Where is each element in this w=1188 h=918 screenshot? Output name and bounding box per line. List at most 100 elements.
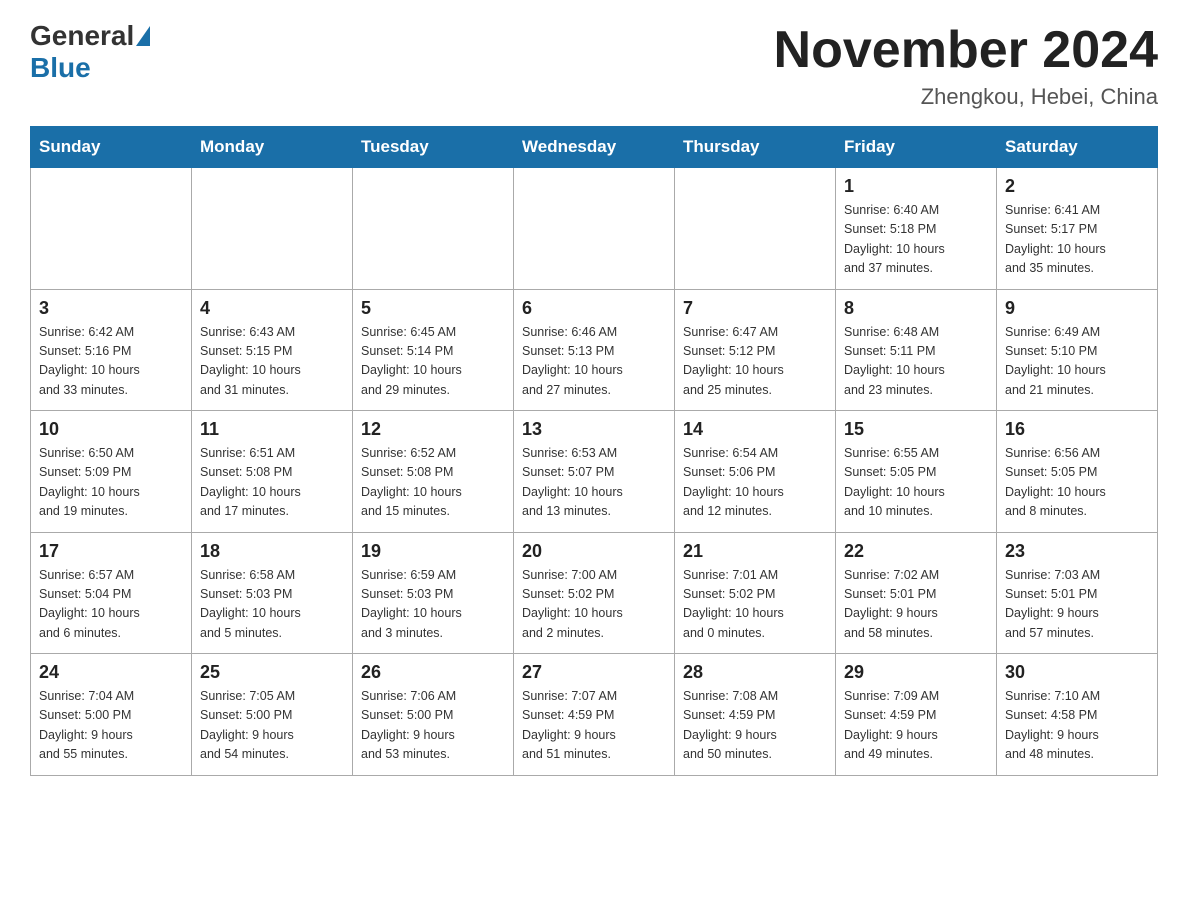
calendar-cell: 26 Sunrise: 7:06 AM Sunset: 5:00 PM Dayli… — [353, 654, 514, 776]
calendar-cell: 14 Sunrise: 6:54 AM Sunset: 5:06 PM Dayli… — [675, 411, 836, 533]
day-info: Sunrise: 7:05 AM Sunset: 5:00 PM Dayligh… — [200, 687, 344, 765]
day-info: Sunrise: 6:58 AM Sunset: 5:03 PM Dayligh… — [200, 566, 344, 644]
day-number: 13 — [522, 419, 666, 440]
day-number: 19 — [361, 541, 505, 562]
calendar-table: SundayMondayTuesdayWednesdayThursdayFrid… — [30, 126, 1158, 776]
day-info: Sunrise: 7:00 AM Sunset: 5:02 PM Dayligh… — [522, 566, 666, 644]
weekday-header-saturday: Saturday — [997, 127, 1158, 168]
day-number: 9 — [1005, 298, 1149, 319]
weekday-header-monday: Monday — [192, 127, 353, 168]
day-number: 7 — [683, 298, 827, 319]
day-info: Sunrise: 6:51 AM Sunset: 5:08 PM Dayligh… — [200, 444, 344, 522]
day-number: 8 — [844, 298, 988, 319]
location-subtitle: Zhengkou, Hebei, China — [774, 84, 1158, 110]
calendar-cell: 1 Sunrise: 6:40 AM Sunset: 5:18 PM Daylig… — [836, 168, 997, 290]
day-info: Sunrise: 7:08 AM Sunset: 4:59 PM Dayligh… — [683, 687, 827, 765]
day-info: Sunrise: 7:06 AM Sunset: 5:00 PM Dayligh… — [361, 687, 505, 765]
calendar-cell: 2 Sunrise: 6:41 AM Sunset: 5:17 PM Daylig… — [997, 168, 1158, 290]
day-number: 26 — [361, 662, 505, 683]
day-number: 16 — [1005, 419, 1149, 440]
month-year-title: November 2024 — [774, 20, 1158, 80]
day-number: 10 — [39, 419, 183, 440]
calendar-cell: 29 Sunrise: 7:09 AM Sunset: 4:59 PM Dayli… — [836, 654, 997, 776]
day-info: Sunrise: 6:40 AM Sunset: 5:18 PM Dayligh… — [844, 201, 988, 279]
calendar-cell — [353, 168, 514, 290]
weekday-header-friday: Friday — [836, 127, 997, 168]
day-info: Sunrise: 6:54 AM Sunset: 5:06 PM Dayligh… — [683, 444, 827, 522]
calendar-cell: 16 Sunrise: 6:56 AM Sunset: 5:05 PM Dayli… — [997, 411, 1158, 533]
day-info: Sunrise: 7:01 AM Sunset: 5:02 PM Dayligh… — [683, 566, 827, 644]
calendar-cell: 21 Sunrise: 7:01 AM Sunset: 5:02 PM Dayli… — [675, 532, 836, 654]
day-info: Sunrise: 7:10 AM Sunset: 4:58 PM Dayligh… — [1005, 687, 1149, 765]
day-number: 15 — [844, 419, 988, 440]
weekday-header-thursday: Thursday — [675, 127, 836, 168]
day-info: Sunrise: 7:04 AM Sunset: 5:00 PM Dayligh… — [39, 687, 183, 765]
calendar-cell — [31, 168, 192, 290]
day-info: Sunrise: 6:52 AM Sunset: 5:08 PM Dayligh… — [361, 444, 505, 522]
calendar-cell: 5 Sunrise: 6:45 AM Sunset: 5:14 PM Daylig… — [353, 289, 514, 411]
day-info: Sunrise: 7:07 AM Sunset: 4:59 PM Dayligh… — [522, 687, 666, 765]
week-row-1: 1 Sunrise: 6:40 AM Sunset: 5:18 PM Daylig… — [31, 168, 1158, 290]
day-info: Sunrise: 6:50 AM Sunset: 5:09 PM Dayligh… — [39, 444, 183, 522]
day-info: Sunrise: 6:53 AM Sunset: 5:07 PM Dayligh… — [522, 444, 666, 522]
calendar-cell: 10 Sunrise: 6:50 AM Sunset: 5:09 PM Dayli… — [31, 411, 192, 533]
calendar-cell: 3 Sunrise: 6:42 AM Sunset: 5:16 PM Daylig… — [31, 289, 192, 411]
calendar-cell: 24Sunrise: 7:04 AM Sunset: 5:00 PM Dayli… — [31, 654, 192, 776]
day-number: 27 — [522, 662, 666, 683]
day-number: 22 — [844, 541, 988, 562]
calendar-cell: 11 Sunrise: 6:51 AM Sunset: 5:08 PM Dayli… — [192, 411, 353, 533]
day-info: Sunrise: 6:41 AM Sunset: 5:17 PM Dayligh… — [1005, 201, 1149, 279]
day-number: 3 — [39, 298, 183, 319]
week-row-5: 24Sunrise: 7:04 AM Sunset: 5:00 PM Dayli… — [31, 654, 1158, 776]
calendar-cell: 17 Sunrise: 6:57 AM Sunset: 5:04 PM Dayli… — [31, 532, 192, 654]
day-number: 11 — [200, 419, 344, 440]
calendar-cell: 25Sunrise: 7:05 AM Sunset: 5:00 PM Dayli… — [192, 654, 353, 776]
day-info: Sunrise: 7:02 AM Sunset: 5:01 PM Dayligh… — [844, 566, 988, 644]
day-number: 29 — [844, 662, 988, 683]
day-number: 1 — [844, 176, 988, 197]
day-info: Sunrise: 7:09 AM Sunset: 4:59 PM Dayligh… — [844, 687, 988, 765]
logo-triangle-icon — [136, 26, 150, 46]
day-number: 28 — [683, 662, 827, 683]
calendar-cell: 9 Sunrise: 6:49 AM Sunset: 5:10 PM Daylig… — [997, 289, 1158, 411]
day-info: Sunrise: 6:47 AM Sunset: 5:12 PM Dayligh… — [683, 323, 827, 401]
calendar-cell — [675, 168, 836, 290]
page-header: General Blue November 2024 Zhengkou, Heb… — [30, 20, 1158, 110]
calendar-cell: 27 Sunrise: 7:07 AM Sunset: 4:59 PM Dayli… — [514, 654, 675, 776]
calendar-cell: 20 Sunrise: 7:00 AM Sunset: 5:02 PM Dayli… — [514, 532, 675, 654]
calendar-cell: 30Sunrise: 7:10 AM Sunset: 4:58 PM Dayli… — [997, 654, 1158, 776]
day-info: Sunrise: 6:45 AM Sunset: 5:14 PM Dayligh… — [361, 323, 505, 401]
day-number: 17 — [39, 541, 183, 562]
day-info: Sunrise: 6:57 AM Sunset: 5:04 PM Dayligh… — [39, 566, 183, 644]
day-number: 6 — [522, 298, 666, 319]
day-number: 4 — [200, 298, 344, 319]
weekday-header-row: SundayMondayTuesdayWednesdayThursdayFrid… — [31, 127, 1158, 168]
weekday-header-tuesday: Tuesday — [353, 127, 514, 168]
day-number: 14 — [683, 419, 827, 440]
title-area: November 2024 Zhengkou, Hebei, China — [774, 20, 1158, 110]
weekday-header-sunday: Sunday — [31, 127, 192, 168]
calendar-cell: 23Sunrise: 7:03 AM Sunset: 5:01 PM Dayli… — [997, 532, 1158, 654]
day-info: Sunrise: 6:56 AM Sunset: 5:05 PM Dayligh… — [1005, 444, 1149, 522]
calendar-cell: 8 Sunrise: 6:48 AM Sunset: 5:11 PM Daylig… — [836, 289, 997, 411]
logo-blue-text: Blue — [30, 52, 91, 83]
day-info: Sunrise: 6:42 AM Sunset: 5:16 PM Dayligh… — [39, 323, 183, 401]
day-number: 18 — [200, 541, 344, 562]
logo-general-text: General — [30, 20, 134, 52]
day-number: 2 — [1005, 176, 1149, 197]
calendar-cell — [192, 168, 353, 290]
day-info: Sunrise: 6:49 AM Sunset: 5:10 PM Dayligh… — [1005, 323, 1149, 401]
calendar-cell: 6Sunrise: 6:46 AM Sunset: 5:13 PM Daylig… — [514, 289, 675, 411]
week-row-4: 17 Sunrise: 6:57 AM Sunset: 5:04 PM Dayli… — [31, 532, 1158, 654]
calendar-cell: 4Sunrise: 6:43 AM Sunset: 5:15 PM Daylig… — [192, 289, 353, 411]
calendar-cell: 18 Sunrise: 6:58 AM Sunset: 5:03 PM Dayli… — [192, 532, 353, 654]
day-number: 5 — [361, 298, 505, 319]
day-number: 20 — [522, 541, 666, 562]
weekday-header-wednesday: Wednesday — [514, 127, 675, 168]
day-info: Sunrise: 6:48 AM Sunset: 5:11 PM Dayligh… — [844, 323, 988, 401]
day-number: 12 — [361, 419, 505, 440]
calendar-cell — [514, 168, 675, 290]
day-number: 21 — [683, 541, 827, 562]
calendar-cell: 22 Sunrise: 7:02 AM Sunset: 5:01 PM Dayli… — [836, 532, 997, 654]
calendar-cell: 12 Sunrise: 6:52 AM Sunset: 5:08 PM Dayli… — [353, 411, 514, 533]
